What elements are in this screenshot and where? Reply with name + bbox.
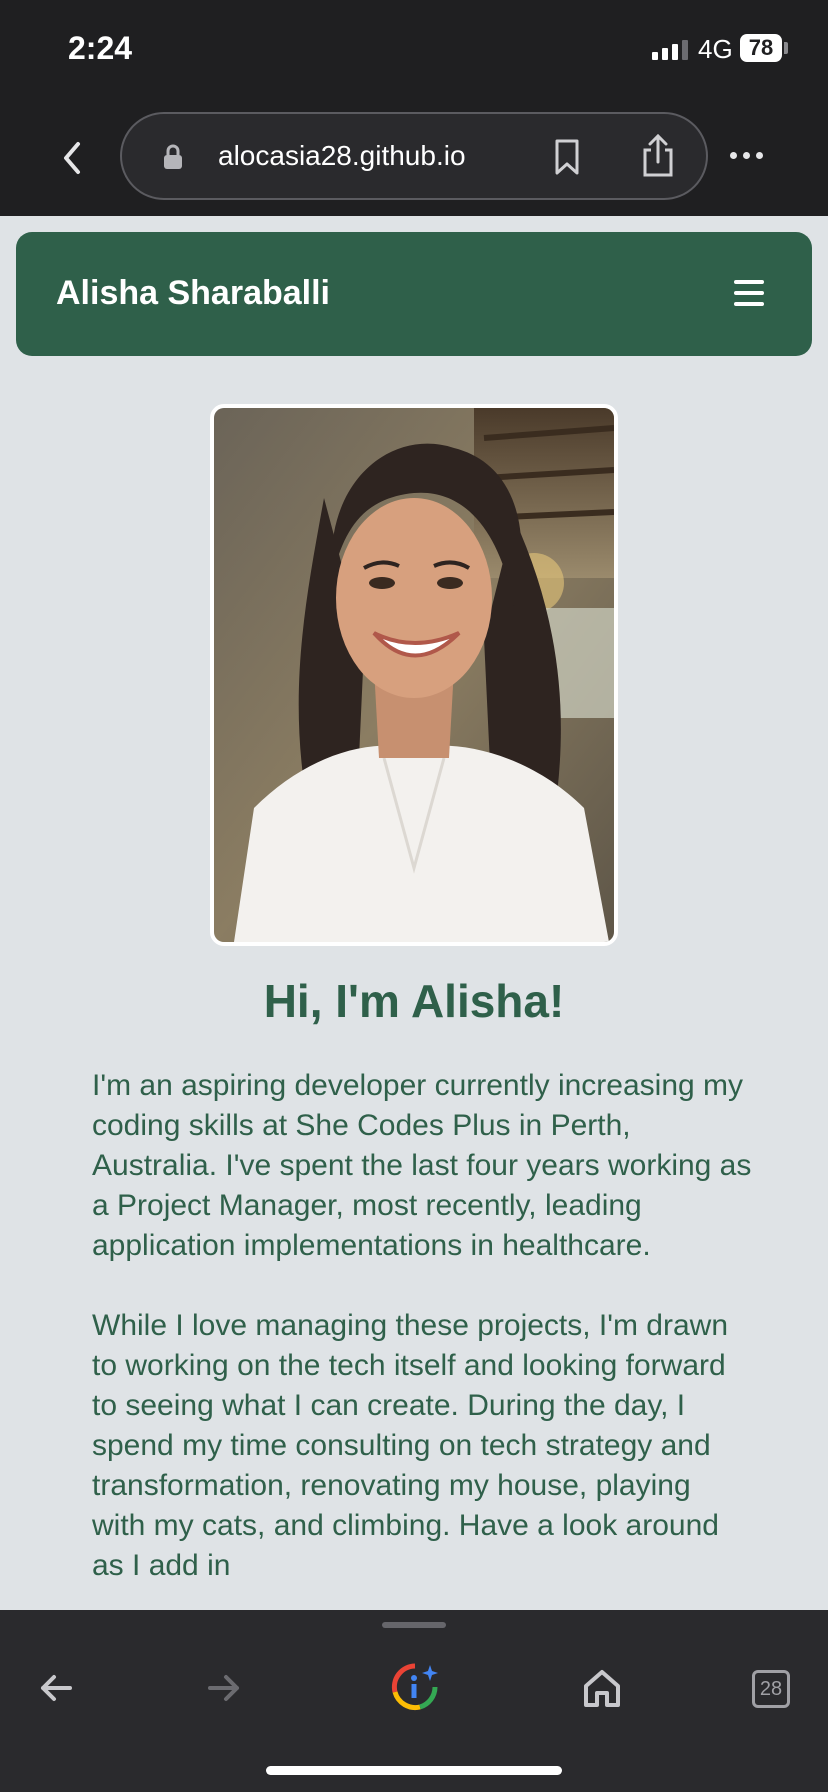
back-arrow-icon[interactable] xyxy=(38,1670,74,1711)
browser-address-region: alocasia28.github.io xyxy=(0,100,828,216)
network-type: 4G xyxy=(698,34,733,64)
address-bar[interactable]: alocasia28.github.io xyxy=(120,112,708,200)
bookmark-icon[interactable] xyxy=(552,138,582,176)
greeting-heading: Hi, I'm Alisha! xyxy=(263,975,565,1027)
lock-icon xyxy=(162,144,184,170)
bio-section: I'm an aspiring developer currently incr… xyxy=(92,1066,752,1626)
bio-paragraph: While I love managing these projects, I'… xyxy=(92,1309,729,1582)
status-bar: 2:24 4G 78 xyxy=(0,0,828,100)
battery-indicator: 78 xyxy=(740,34,782,62)
toolbar-grabber[interactable] xyxy=(382,1622,446,1628)
url-text: alocasia28.github.io xyxy=(218,140,466,171)
more-dots-icon[interactable] xyxy=(730,152,763,159)
browser-toolbar: 28 xyxy=(0,1610,828,1792)
share-icon[interactable] xyxy=(640,133,676,178)
google-lens-icon[interactable] xyxy=(390,1662,440,1717)
forward-arrow-icon[interactable] xyxy=(206,1670,242,1711)
signal-icon xyxy=(652,38,688,60)
hamburger-icon[interactable] xyxy=(734,280,764,306)
tabs-icon[interactable]: 28 xyxy=(752,1670,790,1708)
battery-tip xyxy=(784,42,788,54)
status-time: 2:24 xyxy=(68,30,133,66)
home-icon[interactable] xyxy=(582,1668,622,1713)
chevron-left-icon[interactable] xyxy=(58,138,88,178)
profile-photo xyxy=(210,404,618,946)
home-indicator[interactable] xyxy=(266,1766,562,1775)
brand-title[interactable]: Alisha Sharaballi xyxy=(56,274,330,313)
bio-paragraph: I'm an aspiring developer currently incr… xyxy=(92,1069,752,1262)
site-navbar: Alisha Sharaballi xyxy=(16,232,812,356)
